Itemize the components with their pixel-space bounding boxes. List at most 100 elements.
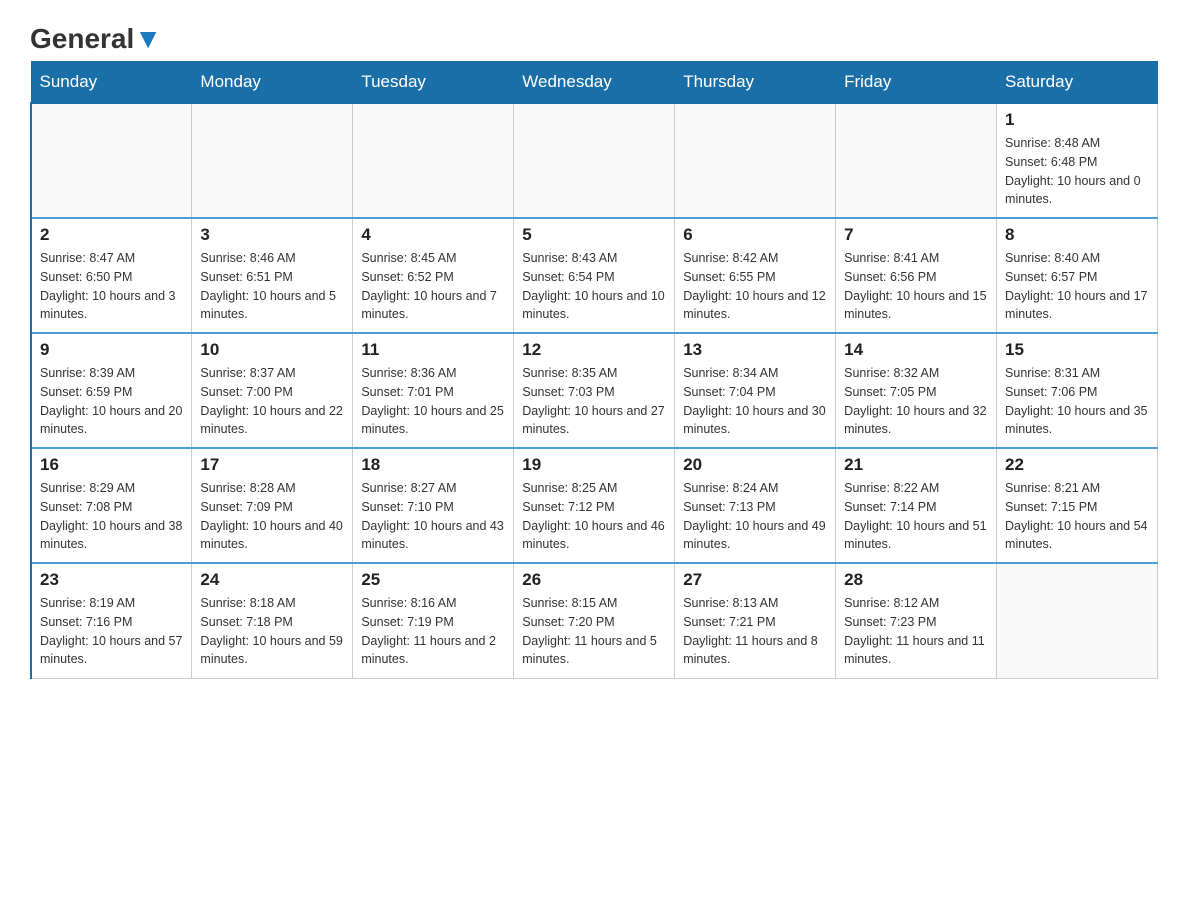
day-info: Sunrise: 8:48 AMSunset: 6:48 PMDaylight:… [1005, 134, 1149, 209]
calendar-cell: 9 Sunrise: 8:39 AMSunset: 6:59 PMDaylight… [31, 333, 192, 448]
calendar-cell: 2 Sunrise: 8:47 AMSunset: 6:50 PMDaylight… [31, 218, 192, 333]
day-info: Sunrise: 8:19 AMSunset: 7:16 PMDaylight:… [40, 594, 183, 669]
calendar-table: SundayMondayTuesdayWednesdayThursdayFrid… [30, 61, 1158, 679]
col-header-thursday: Thursday [675, 62, 836, 104]
day-info: Sunrise: 8:43 AMSunset: 6:54 PMDaylight:… [522, 249, 666, 324]
day-number: 20 [683, 455, 827, 475]
page-header: General▼ [30, 20, 1158, 51]
day-number: 10 [200, 340, 344, 360]
day-number: 9 [40, 340, 183, 360]
day-info: Sunrise: 8:41 AMSunset: 6:56 PMDaylight:… [844, 249, 988, 324]
day-info: Sunrise: 8:28 AMSunset: 7:09 PMDaylight:… [200, 479, 344, 554]
calendar-cell: 10 Sunrise: 8:37 AMSunset: 7:00 PMDayligh… [192, 333, 353, 448]
day-number: 24 [200, 570, 344, 590]
day-info: Sunrise: 8:32 AMSunset: 7:05 PMDaylight:… [844, 364, 988, 439]
col-header-tuesday: Tuesday [353, 62, 514, 104]
day-number: 13 [683, 340, 827, 360]
calendar-cell [997, 563, 1158, 678]
day-info: Sunrise: 8:13 AMSunset: 7:21 PMDaylight:… [683, 594, 827, 669]
calendar-cell: 24 Sunrise: 8:18 AMSunset: 7:18 PMDayligh… [192, 563, 353, 678]
day-number: 28 [844, 570, 988, 590]
header-row: SundayMondayTuesdayWednesdayThursdayFrid… [31, 62, 1158, 104]
col-header-wednesday: Wednesday [514, 62, 675, 104]
day-number: 15 [1005, 340, 1149, 360]
calendar-cell: 25 Sunrise: 8:16 AMSunset: 7:19 PMDayligh… [353, 563, 514, 678]
day-info: Sunrise: 8:39 AMSunset: 6:59 PMDaylight:… [40, 364, 183, 439]
logo-general-text: General▼ [30, 25, 162, 53]
day-info: Sunrise: 8:29 AMSunset: 7:08 PMDaylight:… [40, 479, 183, 554]
day-info: Sunrise: 8:31 AMSunset: 7:06 PMDaylight:… [1005, 364, 1149, 439]
day-info: Sunrise: 8:16 AMSunset: 7:19 PMDaylight:… [361, 594, 505, 669]
day-number: 23 [40, 570, 183, 590]
calendar-cell: 26 Sunrise: 8:15 AMSunset: 7:20 PMDayligh… [514, 563, 675, 678]
day-number: 5 [522, 225, 666, 245]
calendar-cell: 19 Sunrise: 8:25 AMSunset: 7:12 PMDayligh… [514, 448, 675, 563]
calendar-cell: 3Sunrise: 8:46 AMSunset: 6:51 PMDaylight… [192, 218, 353, 333]
calendar-cell: 11 Sunrise: 8:36 AMSunset: 7:01 PMDayligh… [353, 333, 514, 448]
day-number: 7 [844, 225, 988, 245]
col-header-sunday: Sunday [31, 62, 192, 104]
day-info: Sunrise: 8:18 AMSunset: 7:18 PMDaylight:… [200, 594, 344, 669]
calendar-cell [675, 103, 836, 218]
day-number: 22 [1005, 455, 1149, 475]
day-info: Sunrise: 8:42 AMSunset: 6:55 PMDaylight:… [683, 249, 827, 324]
day-number: 3 [200, 225, 344, 245]
day-info: Sunrise: 8:40 AMSunset: 6:57 PMDaylight:… [1005, 249, 1149, 324]
day-number: 19 [522, 455, 666, 475]
calendar-cell: 16 Sunrise: 8:29 AMSunset: 7:08 PMDayligh… [31, 448, 192, 563]
day-number: 2 [40, 225, 183, 245]
day-number: 8 [1005, 225, 1149, 245]
calendar-cell [353, 103, 514, 218]
day-number: 4 [361, 225, 505, 245]
day-info: Sunrise: 8:45 AMSunset: 6:52 PMDaylight:… [361, 249, 505, 324]
calendar-cell: 27 Sunrise: 8:13 AMSunset: 7:21 PMDayligh… [675, 563, 836, 678]
day-info: Sunrise: 8:47 AMSunset: 6:50 PMDaylight:… [40, 249, 183, 324]
day-number: 12 [522, 340, 666, 360]
day-info: Sunrise: 8:36 AMSunset: 7:01 PMDaylight:… [361, 364, 505, 439]
calendar-cell: 22 Sunrise: 8:21 AMSunset: 7:15 PMDayligh… [997, 448, 1158, 563]
day-number: 17 [200, 455, 344, 475]
day-info: Sunrise: 8:27 AMSunset: 7:10 PMDaylight:… [361, 479, 505, 554]
calendar-cell: 1 Sunrise: 8:48 AMSunset: 6:48 PMDaylight… [997, 103, 1158, 218]
calendar-cell: 23 Sunrise: 8:19 AMSunset: 7:16 PMDayligh… [31, 563, 192, 678]
day-info: Sunrise: 8:37 AMSunset: 7:00 PMDaylight:… [200, 364, 344, 439]
day-number: 21 [844, 455, 988, 475]
day-number: 25 [361, 570, 505, 590]
calendar-cell: 17 Sunrise: 8:28 AMSunset: 7:09 PMDayligh… [192, 448, 353, 563]
day-info: Sunrise: 8:24 AMSunset: 7:13 PMDaylight:… [683, 479, 827, 554]
week-row-2: 2 Sunrise: 8:47 AMSunset: 6:50 PMDaylight… [31, 218, 1158, 333]
logo: General▼ [30, 20, 162, 51]
calendar-cell: 6 Sunrise: 8:42 AMSunset: 6:55 PMDaylight… [675, 218, 836, 333]
calendar-cell: 28 Sunrise: 8:12 AMSunset: 7:23 PMDayligh… [836, 563, 997, 678]
day-number: 14 [844, 340, 988, 360]
calendar-cell [836, 103, 997, 218]
calendar-cell [31, 103, 192, 218]
calendar-cell: 4 Sunrise: 8:45 AMSunset: 6:52 PMDaylight… [353, 218, 514, 333]
calendar-cell: 5 Sunrise: 8:43 AMSunset: 6:54 PMDaylight… [514, 218, 675, 333]
day-number: 16 [40, 455, 183, 475]
col-header-saturday: Saturday [997, 62, 1158, 104]
day-info: Sunrise: 8:35 AMSunset: 7:03 PMDaylight:… [522, 364, 666, 439]
day-info: Sunrise: 8:12 AMSunset: 7:23 PMDaylight:… [844, 594, 988, 669]
week-row-1: 1 Sunrise: 8:48 AMSunset: 6:48 PMDaylight… [31, 103, 1158, 218]
day-info: Sunrise: 8:21 AMSunset: 7:15 PMDaylight:… [1005, 479, 1149, 554]
col-header-friday: Friday [836, 62, 997, 104]
logo-triangle-icon: ▼ [134, 23, 162, 54]
calendar-cell: 15 Sunrise: 8:31 AMSunset: 7:06 PMDayligh… [997, 333, 1158, 448]
day-number: 26 [522, 570, 666, 590]
week-row-3: 9 Sunrise: 8:39 AMSunset: 6:59 PMDaylight… [31, 333, 1158, 448]
day-info: Sunrise: 8:15 AMSunset: 7:20 PMDaylight:… [522, 594, 666, 669]
day-info: Sunrise: 8:34 AMSunset: 7:04 PMDaylight:… [683, 364, 827, 439]
calendar-cell: 18Sunrise: 8:27 AMSunset: 7:10 PMDayligh… [353, 448, 514, 563]
day-number: 11 [361, 340, 505, 360]
day-number: 27 [683, 570, 827, 590]
calendar-cell: 14 Sunrise: 8:32 AMSunset: 7:05 PMDayligh… [836, 333, 997, 448]
calendar-cell: 13 Sunrise: 8:34 AMSunset: 7:04 PMDayligh… [675, 333, 836, 448]
day-info: Sunrise: 8:25 AMSunset: 7:12 PMDaylight:… [522, 479, 666, 554]
calendar-cell: 21Sunrise: 8:22 AMSunset: 7:14 PMDayligh… [836, 448, 997, 563]
day-number: 1 [1005, 110, 1149, 130]
calendar-cell: 8 Sunrise: 8:40 AMSunset: 6:57 PMDaylight… [997, 218, 1158, 333]
calendar-cell: 12 Sunrise: 8:35 AMSunset: 7:03 PMDayligh… [514, 333, 675, 448]
day-number: 6 [683, 225, 827, 245]
col-header-monday: Monday [192, 62, 353, 104]
